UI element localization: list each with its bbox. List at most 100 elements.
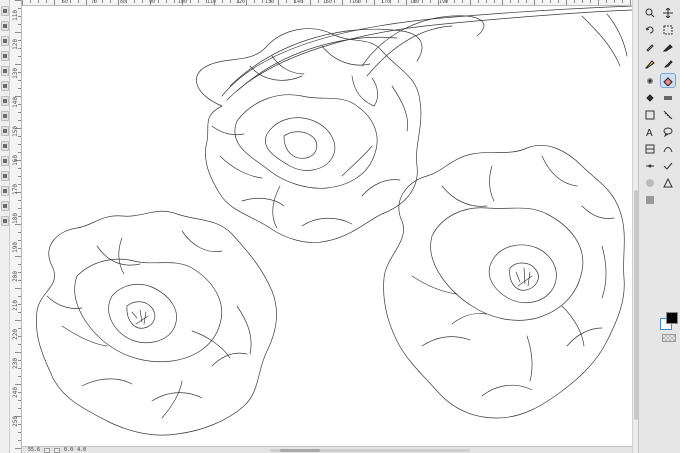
- text-tool-button[interactable]: A: [643, 125, 657, 138]
- export-button[interactable]: [1, 216, 9, 226]
- peony-left: [36, 210, 277, 436]
- ruler-tick: [18, 152, 21, 153]
- hand-icon: [3, 144, 7, 148]
- figure-tool-button[interactable]: [661, 176, 675, 189]
- ruler-tick: [18, 168, 21, 169]
- line-fix-tool-button[interactable]: [643, 159, 657, 172]
- ruler-tick: [102, 0, 103, 3]
- ruler-tick: [15, 320, 21, 321]
- peony-top: [196, 28, 422, 243]
- correct-icon: [663, 162, 673, 170]
- gradient-tool-button[interactable]: [661, 91, 675, 104]
- ruler-tick: [366, 0, 367, 3]
- move-tool-button[interactable]: [661, 6, 675, 19]
- ruler-tick: [18, 264, 21, 265]
- vector-tool-button[interactable]: [661, 142, 675, 155]
- ruler-label: 60: [62, 0, 69, 5]
- zoom-in-icon: [3, 24, 7, 28]
- grid-button[interactable]: [1, 111, 9, 121]
- ruler-tick: [18, 120, 21, 121]
- eraser-tool-button[interactable]: [660, 73, 676, 88]
- zoom-icon: [645, 8, 655, 17]
- ruler-tick: [15, 384, 21, 385]
- ruler-label: 230: [12, 358, 19, 369]
- stem-lines: [221, 6, 632, 107]
- ruler-tick: [18, 408, 21, 409]
- ruler-label: 70: [91, 0, 98, 5]
- hand-button[interactable]: [1, 141, 9, 151]
- layers-icon: [3, 159, 7, 163]
- ruler-tick: [15, 256, 21, 257]
- pen-tool-button[interactable]: [661, 40, 675, 53]
- ruler-button[interactable]: [1, 126, 9, 136]
- ruler-tick: [574, 0, 575, 3]
- transparent-color-swatch[interactable]: [662, 334, 676, 342]
- ruler-tick: [18, 240, 21, 241]
- zoom-tool-button[interactable]: [643, 6, 657, 19]
- ruler-tick: [390, 0, 391, 3]
- zoom-in-button[interactable]: [1, 21, 9, 31]
- ruler-tick: [526, 0, 527, 3]
- rotate-icon: [3, 54, 7, 58]
- layers-button[interactable]: [1, 156, 9, 166]
- reset-button[interactable]: [1, 96, 9, 106]
- ruler-tick: [15, 0, 21, 1]
- ruler-tick: [230, 0, 231, 3]
- zoom-out-button[interactable]: [44, 447, 51, 453]
- ruler-label: 140: [294, 0, 304, 5]
- pen-icon: [663, 43, 673, 51]
- ruler-icon: [3, 129, 7, 133]
- ruler-label: 110: [12, 10, 19, 21]
- flip-button[interactable]: [1, 66, 9, 76]
- ruler-label: 180: [410, 0, 420, 5]
- flower-line-art: [36, 6, 632, 436]
- navigator-button[interactable]: [1, 6, 9, 16]
- drawing-canvas[interactable]: [22, 6, 632, 446]
- rotate-button[interactable]: [1, 51, 9, 61]
- selection-tool-button[interactable]: [661, 23, 675, 36]
- grid-icon: [3, 114, 7, 118]
- tool-palette: A: [638, 0, 680, 453]
- gradient-fill-icon: [646, 195, 654, 204]
- redo-button[interactable]: [1, 201, 9, 211]
- ruler-tick: [18, 8, 21, 9]
- ruler-label: 130: [12, 68, 19, 79]
- blend-tool-button[interactable]: [643, 176, 657, 189]
- zoom-out-button[interactable]: [1, 36, 9, 46]
- gradient-fill-tool-button[interactable]: [643, 193, 657, 206]
- horizontal-scrollbar-thumb[interactable]: [280, 448, 321, 452]
- correct-tool-button[interactable]: [661, 159, 675, 172]
- ruler-tick: [30, 0, 31, 3]
- eyedropper-tool-button[interactable]: [643, 40, 657, 53]
- fill-tool-button[interactable]: [643, 91, 657, 104]
- vertical-ruler[interactable]: 110 120 130 140 150 160 170 180 190 200 210 220 230 2…: [10, 0, 22, 453]
- peony-right: [383, 144, 625, 419]
- ruler-label: 190: [439, 0, 449, 5]
- horizontal-scrollbar[interactable]: [270, 448, 471, 452]
- undo-icon: [3, 189, 7, 193]
- ruler-label: 160: [352, 0, 362, 5]
- airbrush-tool-button[interactable]: [643, 74, 657, 87]
- ruler-tick: [198, 0, 199, 3]
- frame-tool-button[interactable]: [643, 142, 657, 155]
- brush-icon: [664, 59, 673, 68]
- undo-button[interactable]: [1, 186, 9, 196]
- ruler-tick: [15, 224, 21, 225]
- ruler-label: 130: [265, 0, 275, 5]
- ruler-tick: [110, 0, 111, 3]
- ruler-label: 240: [12, 387, 19, 398]
- flip-icon: [3, 69, 7, 73]
- fit-button[interactable]: [1, 81, 9, 91]
- brush-tool-button[interactable]: [661, 57, 675, 70]
- shape-tool-button[interactable]: [643, 108, 657, 121]
- balloon-tool-button[interactable]: [661, 125, 675, 138]
- pencil-tool-button[interactable]: [643, 57, 657, 70]
- snap-button[interactable]: [1, 171, 9, 181]
- eraser-icon: [663, 76, 673, 86]
- ruler-tick: [18, 400, 21, 401]
- main-color-swatch[interactable]: [666, 312, 678, 324]
- ruler-tick: [15, 32, 21, 33]
- zoom-in-button[interactable]: [54, 447, 61, 453]
- ruler-tool-tool-button[interactable]: [661, 108, 675, 121]
- rotate-tool-button[interactable]: [643, 23, 657, 36]
